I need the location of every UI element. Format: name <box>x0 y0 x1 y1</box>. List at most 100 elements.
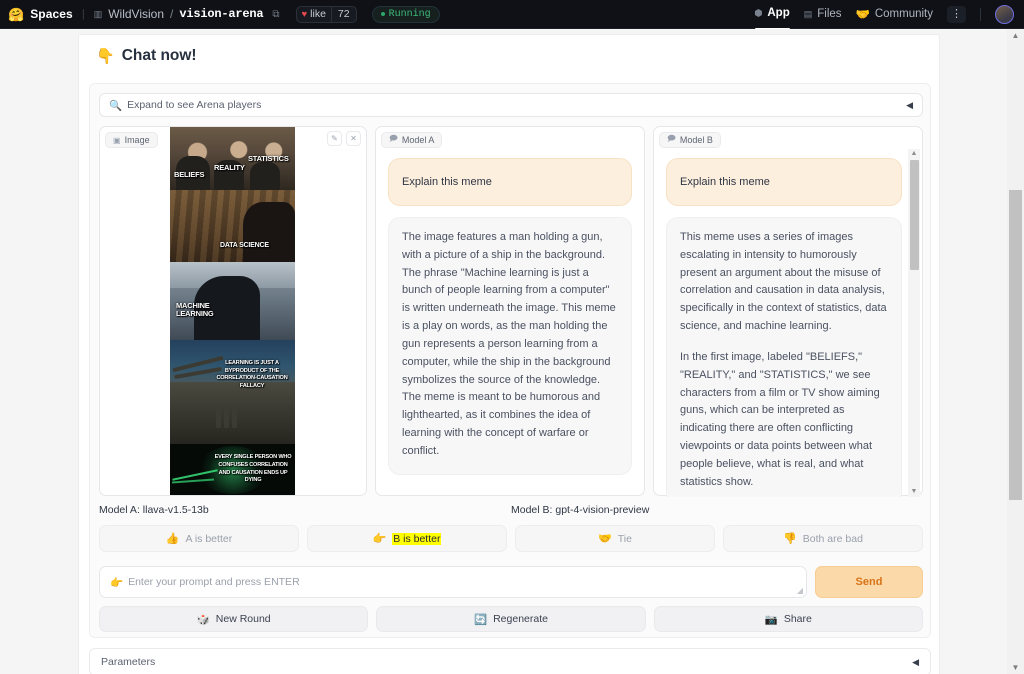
files-icon: ▤ <box>803 8 813 19</box>
image-panel-tab: ▣ Image <box>105 132 158 148</box>
model-a-tab: 🗩 Model A <box>381 132 443 148</box>
page-body: 👇 Chat now! 🔍 Expand to see Arena player… <box>0 29 1007 674</box>
tab-files-label: Files <box>817 8 842 20</box>
party-emoji: 🎲 <box>196 613 210 626</box>
meme-frame-1: BELIEFS REALITY STATISTICS <box>170 127 295 190</box>
collapse-arrow-icon[interactable]: ◀ <box>912 657 919 668</box>
user-message-text: Explain this meme <box>680 176 770 188</box>
like-button[interactable]: ♥ like 72 <box>295 5 357 23</box>
page-scrollbar[interactable]: ▲ ▼ <box>1007 29 1024 674</box>
model-b-tab: 🗩 Model B <box>659 132 721 148</box>
vote-a-label: A is better <box>185 532 233 545</box>
send-button-label: Send <box>855 576 883 588</box>
path-separator: / <box>170 7 174 21</box>
new-round-button[interactable]: 🎲 New Round <box>99 606 369 632</box>
model-a-chat[interactable]: Explain this meme The image features a m… <box>376 149 644 497</box>
meme-frame-4: LEARNING IS JUST A BYPRODUCT OF THE CORR… <box>170 340 295 444</box>
send-button[interactable]: Send <box>815 566 923 598</box>
vote-tie-button[interactable]: 🤝 Tie <box>515 525 715 552</box>
copy-icon[interactable]: ⧉ <box>272 9 279 20</box>
status-badge: Running <box>371 5 440 23</box>
tab-app-label: App <box>767 7 790 19</box>
spaces-link[interactable]: Spaces <box>30 7 73 21</box>
share-label: Share <box>783 613 812 625</box>
collapse-arrow-icon[interactable]: ◀ <box>906 100 913 111</box>
prompt-input[interactable]: 👉 Enter your prompt and press ENTER ◢ <box>99 566 807 598</box>
meme-caption: REALITY <box>214 163 245 172</box>
page-title: 👇 Chat now! <box>96 47 197 65</box>
handshake-emoji: 🤝 <box>598 533 612 545</box>
meme-canvas: BELIEFS REALITY STATISTICS DATA SCIENCE <box>170 127 295 495</box>
thumbs-up-emoji: 👍 <box>165 533 180 545</box>
page-scrollbar-track[interactable] <box>1007 42 1024 661</box>
vote-both-are-bad-button[interactable]: 👎 Both are bad <box>723 525 923 552</box>
pencil-icon[interactable]: ✎ <box>327 131 342 146</box>
model-b-tab-label: Model B <box>679 135 713 145</box>
image-panel-tab-label: Image <box>124 135 150 145</box>
scroll-down-arrow-icon[interactable]: ▼ <box>1012 661 1020 674</box>
model-a-tab-label: Model A <box>401 135 435 145</box>
avatar[interactable] <box>995 4 1014 24</box>
gun-barrel <box>224 406 229 428</box>
regenerate-button[interactable]: 🔄 Regenerate <box>376 606 646 632</box>
vote-b-is-better-button[interactable]: 👉 B is better <box>307 525 507 552</box>
meme-frame-2: DATA SCIENCE <box>170 190 295 262</box>
user-message-bubble: Explain this meme <box>388 158 632 206</box>
model-a-panel: 🗩 Model A Explain this meme The image fe… <box>375 126 645 496</box>
share-button[interactable]: 📷 Share <box>653 606 923 632</box>
space-grid-icon: ▥ <box>93 8 103 19</box>
scrollbar-thumb[interactable] <box>909 160 919 270</box>
header-divider: | <box>81 8 85 20</box>
image-tools: ✎ ✕ <box>327 131 361 146</box>
meme-caption: MACHINE LEARNING <box>176 301 214 318</box>
model-a-response-bubble: The image features a man holding a gun, … <box>388 217 632 475</box>
header-right: ⬢ App ▤ Files 🤝 Community ⋮ <box>754 4 1014 30</box>
cube-icon: ⬢ <box>754 7 763 18</box>
thumbs-down-emoji: 👎 <box>783 533 797 545</box>
model-a-response-text: The image features a man holding a gun, … <box>402 231 616 457</box>
arena-group: 🔍 Expand to see Arena players ◀ ▣ Image … <box>89 83 931 638</box>
scroll-down-arrow-icon[interactable]: ▼ <box>911 487 918 497</box>
tab-app[interactable]: ⬢ App <box>754 7 790 30</box>
site-header: 🤗 Spaces | ▥ WildVision / vision-arena ⧉… <box>0 0 1024 30</box>
model-b-response-paragraph-2: In the first image, labeled "BELIEFS," "… <box>680 350 880 488</box>
parameters-accordion[interactable]: Parameters ◀ <box>89 648 931 674</box>
gradio-app-card: 👇 Chat now! 🔍 Expand to see Arena player… <box>78 34 940 674</box>
model-names-row: Model A: llava-v1.5-13b Model B: gpt-4-v… <box>99 504 923 516</box>
status-label: Running <box>388 8 431 20</box>
model-b-scrollbar[interactable]: ▲ ▼ <box>908 149 920 497</box>
point-right-emoji: 👉 <box>110 576 124 589</box>
scroll-up-arrow-icon[interactable]: ▲ <box>911 149 918 159</box>
meme-frame-5: EVERY SINGLE PERSON WHO CONFUSES CORRELA… <box>170 444 295 495</box>
resize-grip-icon[interactable]: ◢ <box>797 586 803 595</box>
point-down-emoji: 👇 <box>96 48 115 65</box>
camera-emoji: 📷 <box>764 613 778 626</box>
new-round-label: New Round <box>215 613 271 625</box>
close-icon[interactable]: ✕ <box>346 131 361 146</box>
hf-logo-icon[interactable]: 🤗 <box>8 8 24 21</box>
point-right-emoji: 👉 <box>372 533 387 545</box>
parameters-label: Parameters <box>101 656 156 668</box>
status-dot-icon <box>380 12 385 16</box>
regenerate-label: Regenerate <box>493 613 548 625</box>
model-b-chat[interactable]: Explain this meme This meme uses a serie… <box>654 149 922 497</box>
space-org-link[interactable]: WildVision <box>108 7 164 21</box>
action-buttons-row: 🎲 New Round 🔄 Regenerate 📷 Share <box>99 606 923 632</box>
heart-icon: ♥ <box>301 8 308 20</box>
scroll-up-arrow-icon[interactable]: ▲ <box>1012 29 1020 42</box>
vertical-dots-icon[interactable]: ⋮ <box>947 5 966 23</box>
like-button-left[interactable]: ♥ like <box>297 7 331 22</box>
model-b-response-paragraph-1: This meme uses a series of images escala… <box>680 231 887 333</box>
chat-bubble-icon: 🗩 <box>389 134 398 143</box>
vote-b-label: B is better <box>392 532 442 545</box>
space-repo-link[interactable]: vision-arena <box>179 7 263 21</box>
page-title-label: Chat now! <box>121 47 197 64</box>
vote-a-is-better-button[interactable]: 👍 A is better <box>99 525 299 552</box>
tab-community[interactable]: 🤝 Community <box>856 7 933 21</box>
user-message-bubble: Explain this meme <box>666 158 902 206</box>
tab-files[interactable]: ▤ Files <box>804 8 842 20</box>
magnifier-icon: 🔍 <box>109 99 123 112</box>
expand-arena-players-accordion[interactable]: 🔍 Expand to see Arena players ◀ <box>99 93 923 117</box>
page-scrollbar-thumb[interactable] <box>1009 190 1022 500</box>
meme-image[interactable]: BELIEFS REALITY STATISTICS DATA SCIENCE <box>170 127 295 495</box>
